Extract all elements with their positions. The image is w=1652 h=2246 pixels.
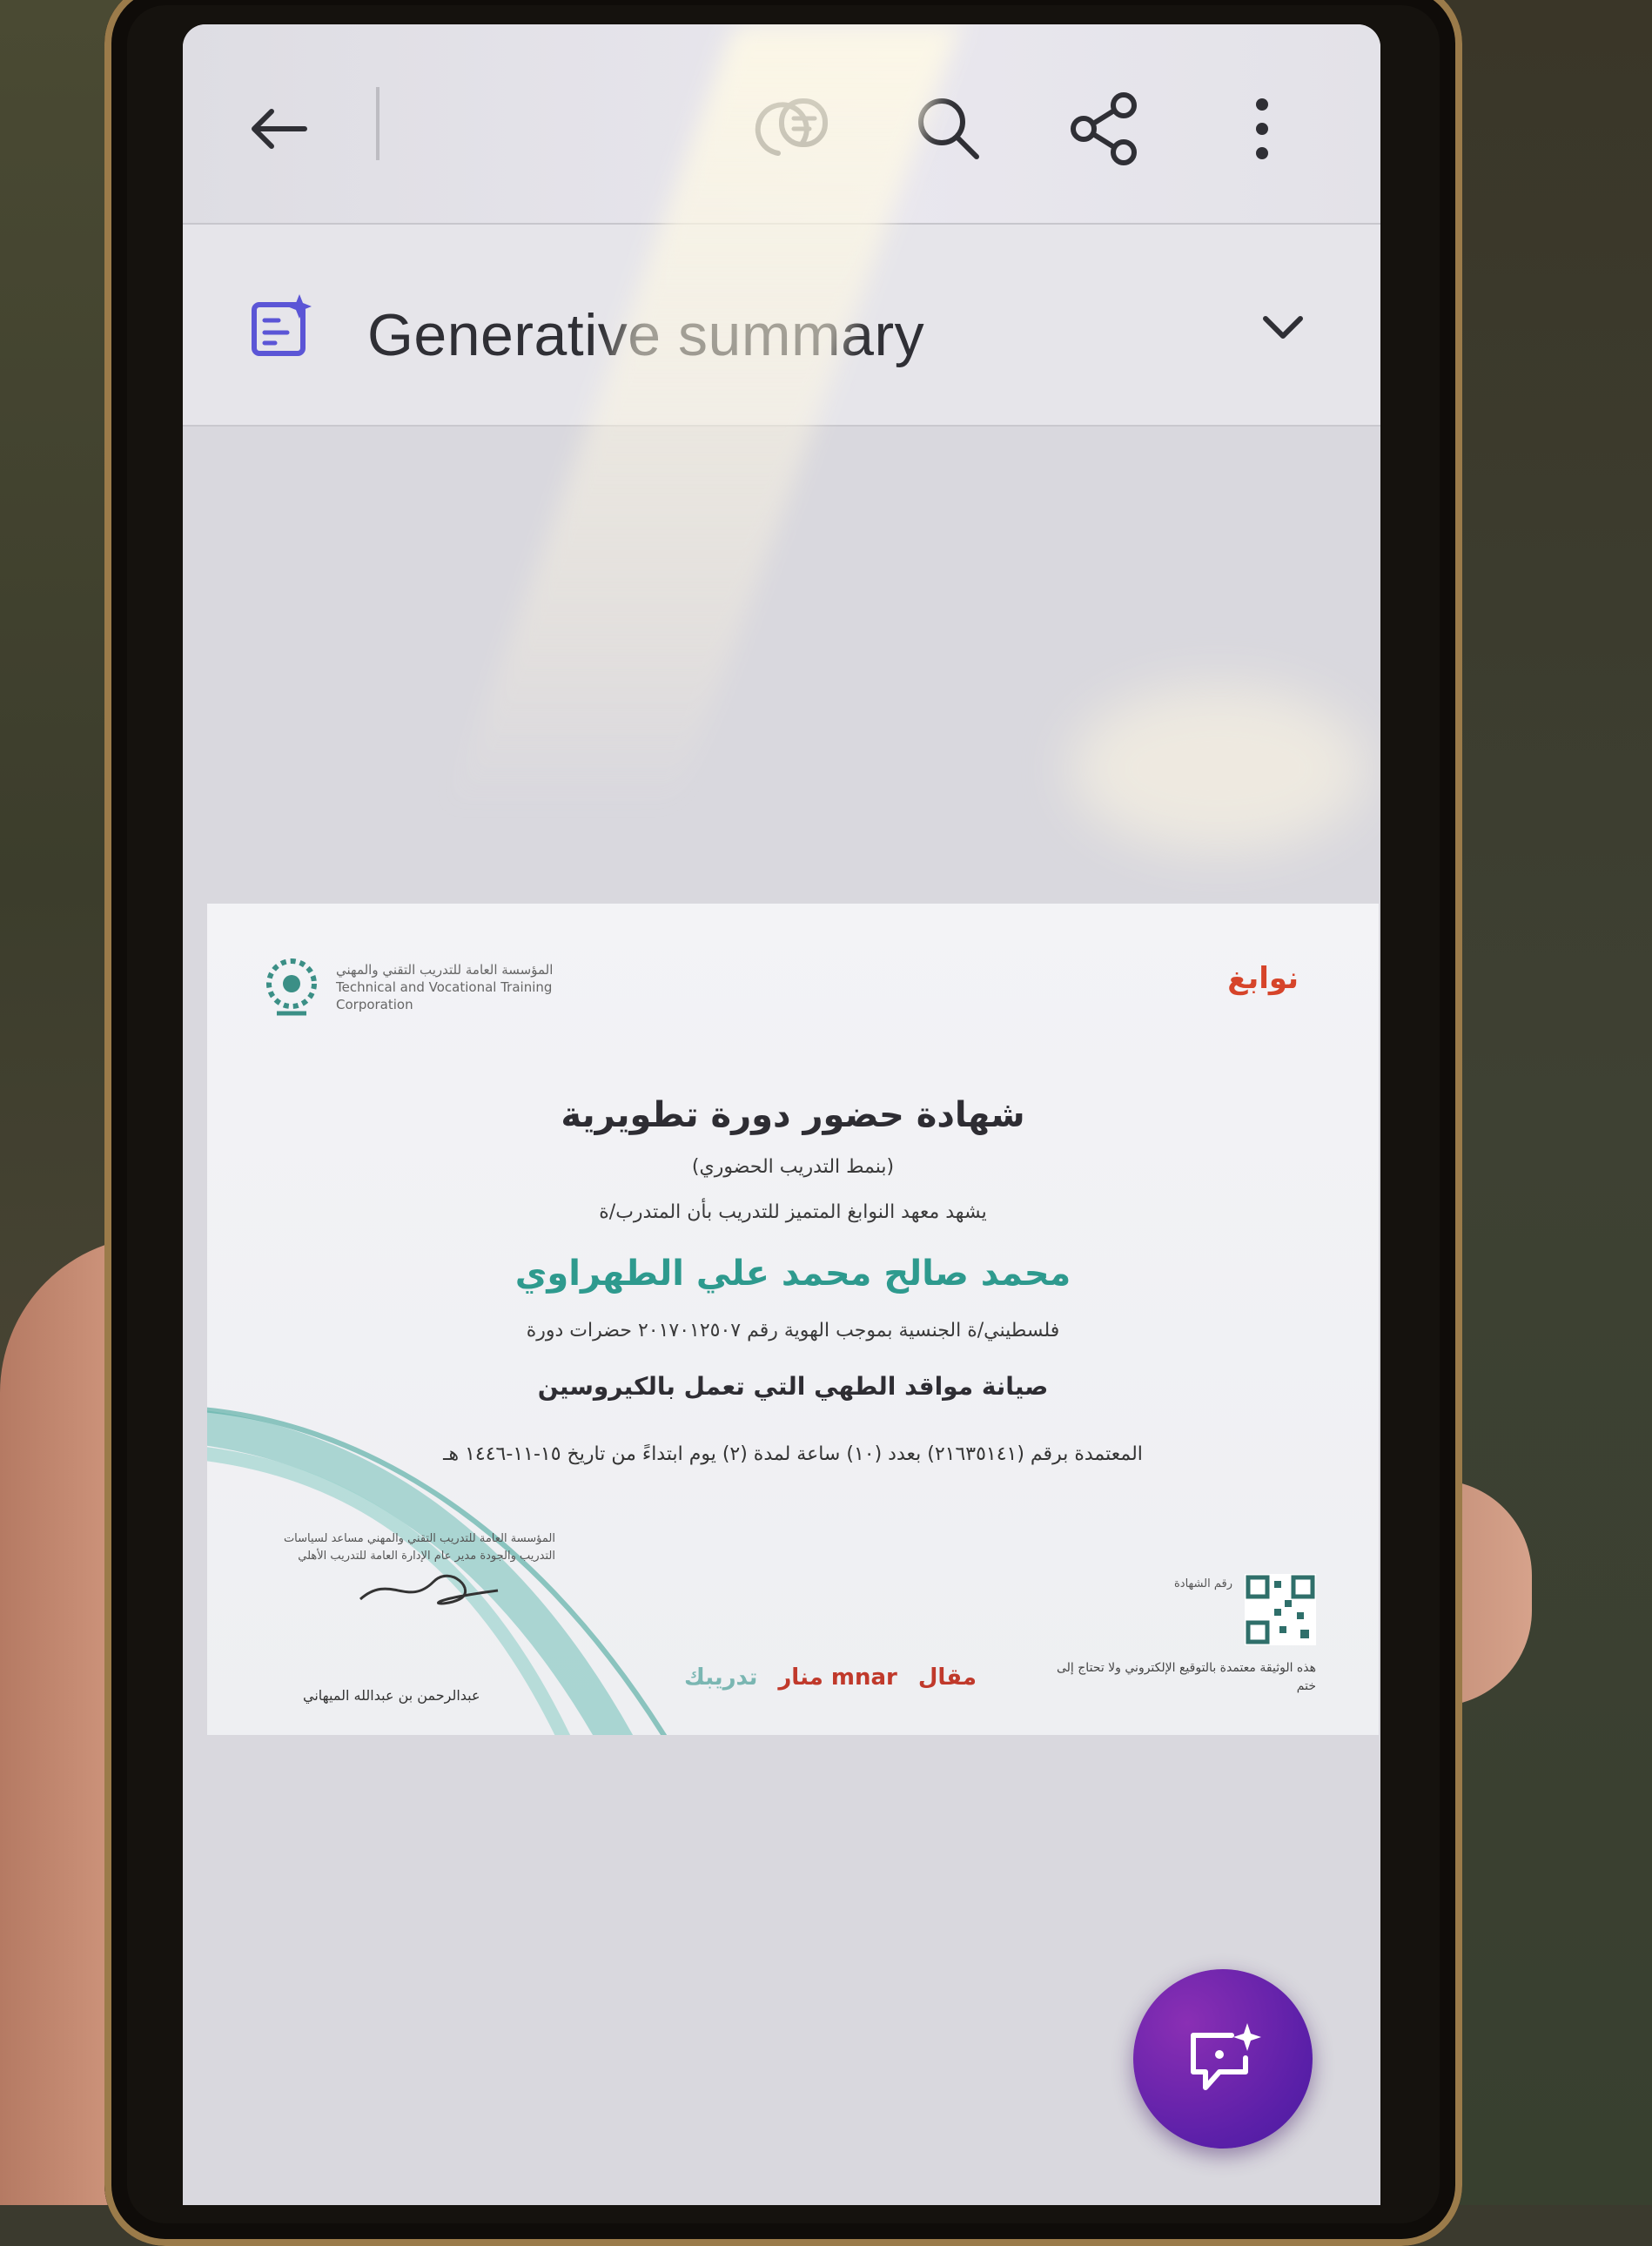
tadreebak-logo: تدريبك [684, 1664, 758, 1691]
ai-assistant-chat-icon [1191, 2023, 1261, 2090]
signature-block: المؤسسة العامة للتدريب التقني والمهني مس… [277, 1530, 555, 1620]
partner-logos: تدريبك منار mnar مقال [684, 1664, 977, 1691]
certificate-intro: يشهد معهد النوابغ المتميز للتدريب بأن ال… [599, 1201, 987, 1223]
back-button[interactable] [235, 85, 322, 172]
institute-logo: نوابغ [1227, 961, 1299, 996]
top-toolbar [183, 24, 1380, 225]
comments-button[interactable] [749, 85, 836, 172]
more-vertical-icon [1256, 98, 1268, 159]
mnar-logo: منار mnar [778, 1664, 897, 1691]
generative-summary-bar[interactable]: Generative summary [183, 225, 1380, 427]
comment-bubbles-icon [755, 98, 828, 156]
maqal-logo: مقال [917, 1664, 977, 1691]
trainee-name: محمد صالح محمد علي الطهراوي [514, 1254, 1071, 1294]
chevron-down-icon[interactable] [1259, 312, 1307, 343]
certificate-subtitle: (بنمط التدريب الحضوري) [691, 1156, 895, 1178]
light-glare [1071, 686, 1367, 851]
search-icon [918, 98, 979, 159]
certificate-number-label: رقم الشهادة [1174, 1577, 1232, 1590]
course-name: صيانة مواقد الطهي التي تعمل بالكيروسين [537, 1372, 1049, 1401]
ai-assistant-button[interactable] [1133, 1969, 1313, 2148]
search-button[interactable] [905, 85, 992, 172]
e-signature-note: هذه الوثيقة معتمدة بالتوقيع الإلكتروني و… [1057, 1661, 1316, 1693]
phone-screen: Generative summary المؤسسة العامة للتدري… [183, 24, 1380, 2205]
tvtc-name: المؤسسة العامة للتدريب التقني والمهني Te… [336, 961, 554, 1013]
share-icon [1071, 92, 1137, 165]
photo-background-right [1443, 0, 1652, 2205]
toolbar-separator [376, 87, 379, 160]
signatory-name: عبدالرحمن بن عبدالله الميهاني [303, 1687, 480, 1704]
signature-image [359, 1574, 499, 1605]
document-page[interactable]: المؤسسة العامة للتدريب التقني والمهني Te… [207, 904, 1379, 1735]
signature-titles: المؤسسة العامة للتدريب التقني والمهني مس… [283, 1532, 555, 1563]
more-options-button[interactable] [1219, 85, 1306, 172]
tvtc-logo: المؤسسة العامة للتدريب التقني والمهني Te… [259, 952, 597, 1022]
certificate-title: شهادة حضور دورة تطويرية [561, 1095, 1025, 1135]
arrow-left-icon [252, 109, 307, 149]
approval-line: المعتمدة برقم (٢١٦٣٥١٤١) بعدد (١٠) ساعة … [443, 1443, 1143, 1465]
qr-code[interactable] [1245, 1574, 1316, 1645]
nationality-line: فلسطيني/ة الجنسية بموجب الهوية رقم ٢٠١٧٠… [526, 1320, 1060, 1342]
generative-summary-icon [252, 294, 312, 356]
share-button[interactable] [1062, 85, 1149, 172]
tvtc-emblem-icon [266, 958, 317, 1016]
generative-summary-label: Generative summary [367, 302, 925, 368]
